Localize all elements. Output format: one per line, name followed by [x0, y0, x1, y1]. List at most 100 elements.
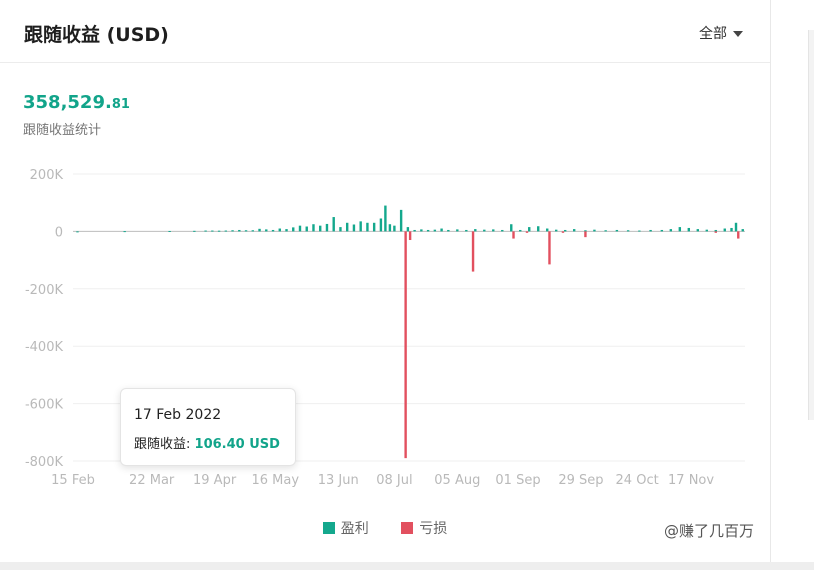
- profit-bar[interactable]: [440, 228, 443, 232]
- profit-bar[interactable]: [413, 229, 416, 232]
- profit-bar[interactable]: [339, 227, 342, 232]
- profit-bar[interactable]: [723, 228, 726, 232]
- bottom-divider: [0, 562, 814, 570]
- profit-bar[interactable]: [251, 230, 254, 232]
- profit-bar[interactable]: [678, 227, 682, 232]
- loss-bar[interactable]: [471, 231, 475, 272]
- profit-bar[interactable]: [265, 229, 268, 232]
- profit-bar[interactable]: [734, 222, 738, 232]
- profit-bar[interactable]: [271, 229, 275, 232]
- profit-bar[interactable]: [519, 229, 522, 232]
- profit-bar[interactable]: [433, 229, 437, 232]
- profit-bar[interactable]: [406, 227, 410, 232]
- profit-bar[interactable]: [217, 230, 221, 232]
- profit-bar[interactable]: [510, 224, 513, 232]
- tooltip-row: 跟随收益: 106.40 USD: [134, 433, 280, 452]
- profit-bar[interactable]: [501, 229, 504, 232]
- loss-bar[interactable]: [408, 231, 412, 241]
- loss-bar[interactable]: [404, 231, 407, 459]
- profit-bar[interactable]: [244, 230, 248, 232]
- profit-bar[interactable]: [456, 229, 459, 232]
- profit-bar-chart[interactable]: 200K 0 -200K -400K -600K -800K 15 Feb 22 Mar 19…: [0, 150, 770, 500]
- loss-bar[interactable]: [584, 231, 587, 238]
- profit-bar[interactable]: [649, 229, 652, 232]
- profit-bar[interactable]: [483, 229, 486, 232]
- loss-bar[interactable]: [548, 231, 551, 265]
- profit-bar[interactable]: [76, 231, 79, 233]
- profit-bar[interactable]: [123, 231, 126, 233]
- legend-profit-label: 盈利: [340, 521, 369, 537]
- profit-bar[interactable]: [285, 229, 288, 232]
- loss-bar[interactable]: [561, 231, 565, 233]
- profit-swatch-icon: [322, 522, 335, 534]
- profit-bar[interactable]: [258, 228, 261, 232]
- profit-bar[interactable]: [730, 227, 733, 232]
- profit-bar[interactable]: [669, 229, 673, 232]
- profit-bar[interactable]: [537, 226, 540, 232]
- profit-bar[interactable]: [352, 224, 356, 232]
- profit-bar[interactable]: [584, 230, 587, 232]
- profit-bar[interactable]: [626, 230, 630, 232]
- profit-bar[interactable]: [687, 227, 691, 232]
- profit-bar[interactable]: [564, 229, 567, 232]
- profit-bar[interactable]: [714, 229, 717, 232]
- profit-bar[interactable]: [238, 229, 241, 232]
- profit-bar[interactable]: [292, 227, 295, 232]
- tooltip-value: 106.40 USD: [194, 437, 280, 452]
- range-filter-label: 全部: [699, 26, 727, 42]
- profit-bar[interactable]: [319, 225, 322, 232]
- profit-bar[interactable]: [420, 229, 423, 232]
- profit-bar[interactable]: [298, 225, 302, 232]
- profit-bar[interactable]: [332, 217, 335, 232]
- range-filter-dropdown[interactable]: 全部: [699, 23, 743, 43]
- y-tick-label: -400K: [25, 340, 64, 355]
- profit-bar[interactable]: [615, 229, 619, 232]
- profit-bar[interactable]: [399, 209, 403, 232]
- profit-bar[interactable]: [492, 229, 495, 232]
- profit-bar[interactable]: [325, 223, 329, 232]
- card-title: 跟随收益 (USD): [24, 24, 169, 46]
- profit-bar[interactable]: [168, 230, 171, 232]
- profit-bar[interactable]: [393, 225, 396, 232]
- profit-bar[interactable]: [312, 224, 315, 232]
- y-tick-label: -200K: [25, 283, 64, 298]
- profit-bar[interactable]: [204, 230, 207, 232]
- profit-bar[interactable]: [638, 230, 641, 232]
- profit-bar[interactable]: [366, 222, 369, 232]
- profit-bar[interactable]: [426, 229, 430, 232]
- profit-bar[interactable]: [705, 229, 708, 232]
- profit-bar[interactable]: [388, 224, 392, 232]
- loss-bar[interactable]: [512, 231, 515, 239]
- profit-bar[interactable]: [224, 230, 228, 232]
- profit-bar[interactable]: [359, 221, 362, 232]
- profit-bar[interactable]: [593, 229, 596, 232]
- profit-bar[interactable]: [696, 229, 699, 232]
- loss-bar[interactable]: [737, 231, 740, 239]
- profit-bar[interactable]: [546, 228, 549, 232]
- profit-bar[interactable]: [660, 229, 664, 232]
- profit-bar[interactable]: [231, 230, 234, 232]
- profit-bar[interactable]: [211, 230, 214, 232]
- legend-loss-label: 亏损: [419, 521, 448, 537]
- profit-bar[interactable]: [474, 229, 477, 232]
- profit-bar[interactable]: [528, 227, 531, 232]
- loss-bar[interactable]: [525, 231, 529, 233]
- profit-bar[interactable]: [372, 222, 376, 232]
- loss-bar[interactable]: [714, 231, 717, 233]
- profit-bar[interactable]: [384, 205, 387, 232]
- profit-bar[interactable]: [604, 230, 607, 232]
- card-header: 跟随收益 (USD) 全部: [0, 0, 770, 63]
- profit-bar[interactable]: [379, 218, 383, 232]
- legend-item-loss[interactable]: 亏损: [401, 518, 447, 538]
- profit-bar[interactable]: [345, 222, 349, 232]
- profit-bar[interactable]: [278, 228, 281, 232]
- profit-bar[interactable]: [305, 226, 308, 232]
- profit-bar[interactable]: [447, 229, 450, 232]
- profit-bar[interactable]: [572, 229, 576, 232]
- legend-item-profit[interactable]: 盈利: [322, 518, 369, 538]
- profit-bar[interactable]: [555, 229, 558, 232]
- profit-bar[interactable]: [741, 229, 744, 232]
- y-axis-ticks: 200K 0 -200K -400K -600K -800K: [25, 168, 64, 470]
- profit-bar[interactable]: [193, 230, 196, 232]
- profit-bar[interactable]: [465, 229, 468, 232]
